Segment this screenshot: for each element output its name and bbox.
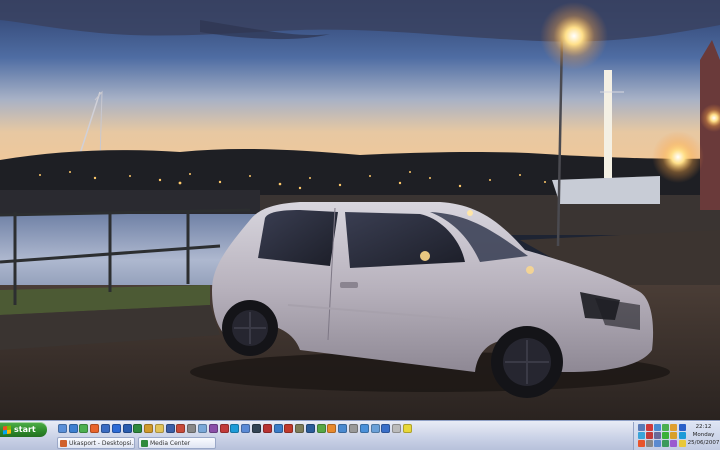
firefox-icon[interactable] <box>90 424 100 433</box>
word-icon[interactable] <box>122 424 132 433</box>
task-media-center-icon <box>141 439 148 447</box>
printer-tray-icon[interactable] <box>645 439 653 447</box>
sync-icon[interactable] <box>662 439 670 447</box>
battery-icon[interactable] <box>662 431 670 439</box>
teamspeak-icon[interactable] <box>305 424 315 433</box>
quick-launch-bar <box>57 423 413 436</box>
vlc-icon[interactable] <box>327 424 337 433</box>
task-ukasport-desktop-icon <box>60 439 67 447</box>
winamp-icon[interactable] <box>144 424 154 433</box>
nero-icon[interactable] <box>262 424 272 433</box>
lightbulb-icon[interactable] <box>402 424 412 433</box>
gimp-icon[interactable] <box>295 424 305 433</box>
clock[interactable]: 22:12 Monday 25/06/2007 <box>687 423 720 447</box>
itunes-icon[interactable] <box>241 424 251 433</box>
task-label: Ukasport - Desktopsi... <box>69 439 135 447</box>
clock-day: Monday <box>692 432 715 438</box>
internet-explorer-icon[interactable] <box>68 424 78 433</box>
winrar-icon[interactable] <box>208 424 218 433</box>
messenger-icon[interactable] <box>79 424 89 433</box>
control-panel-icon[interactable] <box>370 424 380 433</box>
usb-icon[interactable] <box>653 439 661 447</box>
windows-logo-icon <box>3 424 11 435</box>
start-button[interactable]: start <box>0 422 47 437</box>
messenger-tray-icon[interactable] <box>662 423 670 431</box>
excel-icon[interactable] <box>133 424 143 433</box>
chat-icon[interactable] <box>678 439 686 447</box>
clock-time: 22:12 <box>695 424 712 430</box>
steam-icon[interactable] <box>251 424 261 433</box>
calculator-icon[interactable] <box>187 424 197 433</box>
show-desktop-icon[interactable] <box>57 424 67 433</box>
taskbar: start Ukasport - Desktopsi... Media Cente… <box>0 420 720 450</box>
paint-icon[interactable] <box>176 424 186 433</box>
acrobat-icon[interactable] <box>284 424 294 433</box>
folder-icon[interactable] <box>154 424 164 433</box>
antivirus-icon[interactable] <box>645 423 653 431</box>
task-buttons: Ukasport - Desktopsi... Media Center <box>57 437 216 450</box>
utorrent-icon[interactable] <box>316 424 326 433</box>
shield-icon[interactable] <box>670 431 678 439</box>
media-player-icon[interactable] <box>101 424 111 433</box>
display-icon[interactable] <box>653 431 661 439</box>
task-media-center[interactable]: Media Center <box>138 437 216 449</box>
desktop-wallpaper <box>0 0 720 420</box>
help-icon[interactable] <box>381 424 391 433</box>
photoshop-icon[interactable] <box>165 424 175 433</box>
outlook-icon[interactable] <box>111 424 121 433</box>
explorer-icon[interactable] <box>273 424 283 433</box>
printer-icon[interactable] <box>348 424 358 433</box>
clock-app-icon[interactable] <box>392 424 402 433</box>
search-icon[interactable] <box>338 424 348 433</box>
daemon-tools-icon[interactable] <box>219 424 229 433</box>
flag-icon[interactable] <box>637 439 645 447</box>
security-icon[interactable] <box>645 431 653 439</box>
desktop[interactable] <box>0 0 720 420</box>
clock-date: 25/06/2007 <box>687 440 720 446</box>
system-tray: 22:12 Monday 25/06/2007 <box>633 422 720 450</box>
network-tray-icon[interactable] <box>653 423 661 431</box>
bluetooth-icon[interactable] <box>678 423 686 431</box>
skype-tray-icon[interactable] <box>678 431 686 439</box>
notepad-icon[interactable] <box>198 424 208 433</box>
start-label: start <box>14 425 36 434</box>
update-icon[interactable] <box>670 423 678 431</box>
network-icon[interactable] <box>359 424 369 433</box>
task-ukasport-desktop[interactable]: Ukasport - Desktopsi... <box>57 437 135 449</box>
skype-icon[interactable] <box>230 424 240 433</box>
task-label: Media Center <box>150 439 191 447</box>
tray-icons <box>637 423 687 448</box>
msn-icon[interactable] <box>637 431 645 439</box>
volume-icon[interactable] <box>637 423 645 431</box>
music-icon[interactable] <box>670 439 678 447</box>
